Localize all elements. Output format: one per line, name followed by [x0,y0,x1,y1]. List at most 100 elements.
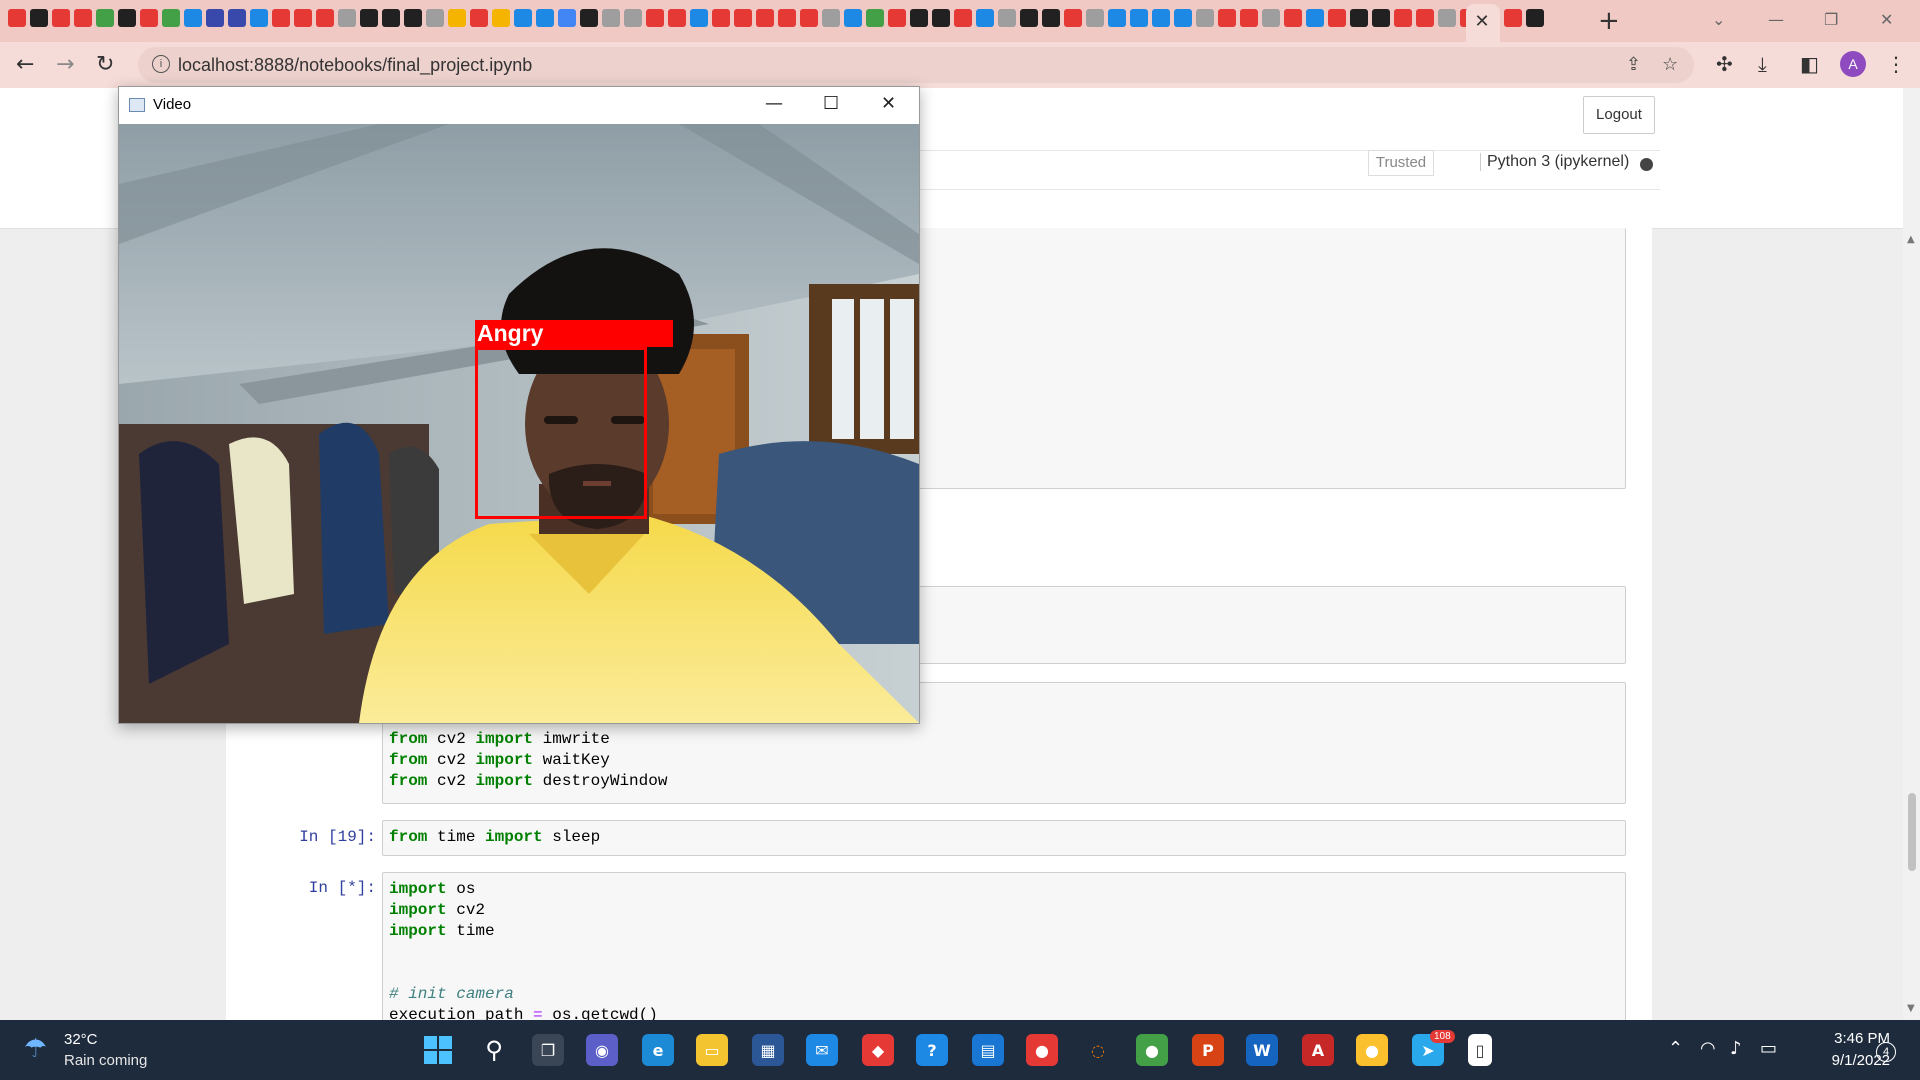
word-icon[interactable]: W [1246,1034,1278,1066]
bookmark-star-icon[interactable]: ☆ [1662,54,1678,75]
address-bar[interactable]: i localhost:8888/notebooks/final_project… [138,47,1694,83]
tab-favicon-icon[interactable] [404,9,422,27]
tab-favicon-icon[interactable] [448,9,466,27]
tab-favicon-icon[interactable] [910,9,928,27]
side-panel-icon[interactable]: ◧ [1800,52,1819,76]
tab-favicon-icon[interactable] [1174,9,1192,27]
task-view-icon[interactable]: ❐ [532,1034,564,1066]
tab-favicon-icon[interactable] [1020,9,1038,27]
tab-favicon-icon[interactable] [228,9,246,27]
tab-favicon-icon[interactable] [360,9,378,27]
tab-favicon-icon[interactable] [690,9,708,27]
edge-icon[interactable]: e [642,1034,674,1066]
tab-favicon-icon[interactable] [30,9,48,27]
battery-icon[interactable]: ▭ [1760,1038,1777,1059]
tab-favicon-icon[interactable] [206,9,224,27]
tab-favicon-icon[interactable] [1306,9,1324,27]
tab-favicon-icon[interactable] [294,9,312,27]
tab-favicon-icon[interactable] [668,9,686,27]
tab-favicon-icon[interactable] [1196,9,1214,27]
tab-favicon-icon[interactable] [1108,9,1126,27]
tab-favicon-icon[interactable] [536,9,554,27]
profile-avatar[interactable]: A [1840,51,1866,77]
page-scrollbar[interactable]: ▲ ▼ [1903,88,1920,1020]
scroll-up-icon[interactable]: ▲ [1907,234,1915,245]
tab-favicon-icon[interactable] [1416,9,1434,27]
acrobat-icon[interactable]: A [1302,1034,1334,1066]
tab-favicon-icon[interactable] [1438,9,1456,27]
tab-favicon-icon[interactable] [74,9,92,27]
browser-menu-icon[interactable]: ⋮ [1886,52,1906,76]
tab-favicon-icon[interactable] [492,9,510,27]
tab-favicon-icon[interactable] [1262,9,1280,27]
tab-favicon-icon[interactable] [316,9,334,27]
search-icon[interactable]: ⚲ [478,1034,510,1066]
anydesk-icon[interactable]: ◆ [862,1034,894,1066]
video-close-button[interactable]: ✕ [881,93,896,114]
tab-favicon-icon[interactable] [1064,9,1082,27]
tray-overflow-icon[interactable]: ⌃ [1668,1038,1683,1059]
start-icon[interactable] [422,1034,454,1066]
tab-favicon-icon[interactable] [1328,9,1346,27]
jupyter-icon[interactable]: ◌ [1082,1034,1114,1066]
close-button[interactable]: ✕ [1880,10,1893,29]
tab-favicon-icon[interactable] [1350,9,1368,27]
code-cell[interactable]: from time import sleep [382,820,1626,856]
video-minimize-button[interactable]: — [765,93,783,114]
code-cell[interactable]: import os import cv2 import time # init … [382,872,1626,1034]
tab-favicon-icon[interactable] [756,9,774,27]
tab-favicon-icon[interactable] [734,9,752,27]
new-tab-button[interactable]: + [1598,6,1620,36]
tab-favicon-icon[interactable] [140,9,158,27]
tab-favicon-icon[interactable] [1284,9,1302,27]
notepad-icon[interactable]: ▯ [1468,1034,1492,1066]
notification-badge[interactable]: 4 [1876,1042,1896,1062]
tab-favicon-icon[interactable] [998,9,1016,27]
scroll-down-icon[interactable]: ▼ [1907,1003,1915,1014]
tab-favicon-icon[interactable] [1372,9,1390,27]
tab-favicon-icon[interactable] [580,9,598,27]
tab-favicon-icon[interactable] [976,9,994,27]
tab-favicon-icon[interactable] [822,9,840,27]
back-button[interactable]: ← [16,52,34,77]
tab-favicon-icon[interactable] [558,9,576,27]
tab-favicon-icon[interactable] [844,9,862,27]
extensions-icon[interactable]: ✣ [1716,52,1733,76]
tab-favicon-icon[interactable] [470,9,488,27]
forward-button[interactable]: → [56,52,74,77]
reload-button[interactable]: ↻ [96,52,114,77]
chat-icon[interactable]: ◉ [586,1034,618,1066]
tab-favicon-icon[interactable] [866,9,884,27]
tab-favicon-icon[interactable] [954,9,972,27]
tab-favicon-icon[interactable] [1042,9,1060,27]
tab-favicon-icon[interactable] [250,9,268,27]
tab-favicon-icon[interactable] [338,9,356,27]
video-window[interactable]: Video — ☐ ✕ Angry [118,86,920,724]
tab-favicons[interactable] [8,9,1544,27]
tab-favicon-icon[interactable] [1152,9,1170,27]
tab-favicon-icon[interactable] [8,9,26,27]
help-icon[interactable]: ? [916,1034,948,1066]
tab-favicon-icon[interactable] [96,9,114,27]
wifi-icon[interactable]: ◠ [1700,1038,1716,1059]
tab-favicon-icon[interactable] [1394,9,1412,27]
tab-favicon-icon[interactable] [1218,9,1236,27]
file-explorer-icon[interactable]: ▭ [696,1034,728,1066]
tab-favicon-icon[interactable] [1504,9,1522,27]
volume-icon[interactable]: ♪ [1730,1038,1742,1059]
mail-icon[interactable]: ✉ [806,1034,838,1066]
site-info-icon[interactable]: i [152,55,170,73]
tab-favicon-icon[interactable] [1240,9,1258,27]
scroll-thumb[interactable] [1908,793,1916,871]
chrome-canary-icon[interactable]: ● [1356,1034,1388,1066]
weather-temperature[interactable]: 32°C [64,1031,98,1048]
share-icon[interactable]: ⇪ [1626,54,1641,75]
tab-favicon-icon[interactable] [1086,9,1104,27]
tab-favicon-icon[interactable] [800,9,818,27]
trusted-badge[interactable]: Trusted [1368,150,1434,176]
tab-favicon-icon[interactable] [1526,9,1544,27]
tab-favicon-icon[interactable] [426,9,444,27]
url-text[interactable]: localhost:8888/notebooks/final_project.i… [178,55,532,76]
store-icon[interactable]: ▦ [752,1034,784,1066]
tab-favicon-icon[interactable] [624,9,642,27]
